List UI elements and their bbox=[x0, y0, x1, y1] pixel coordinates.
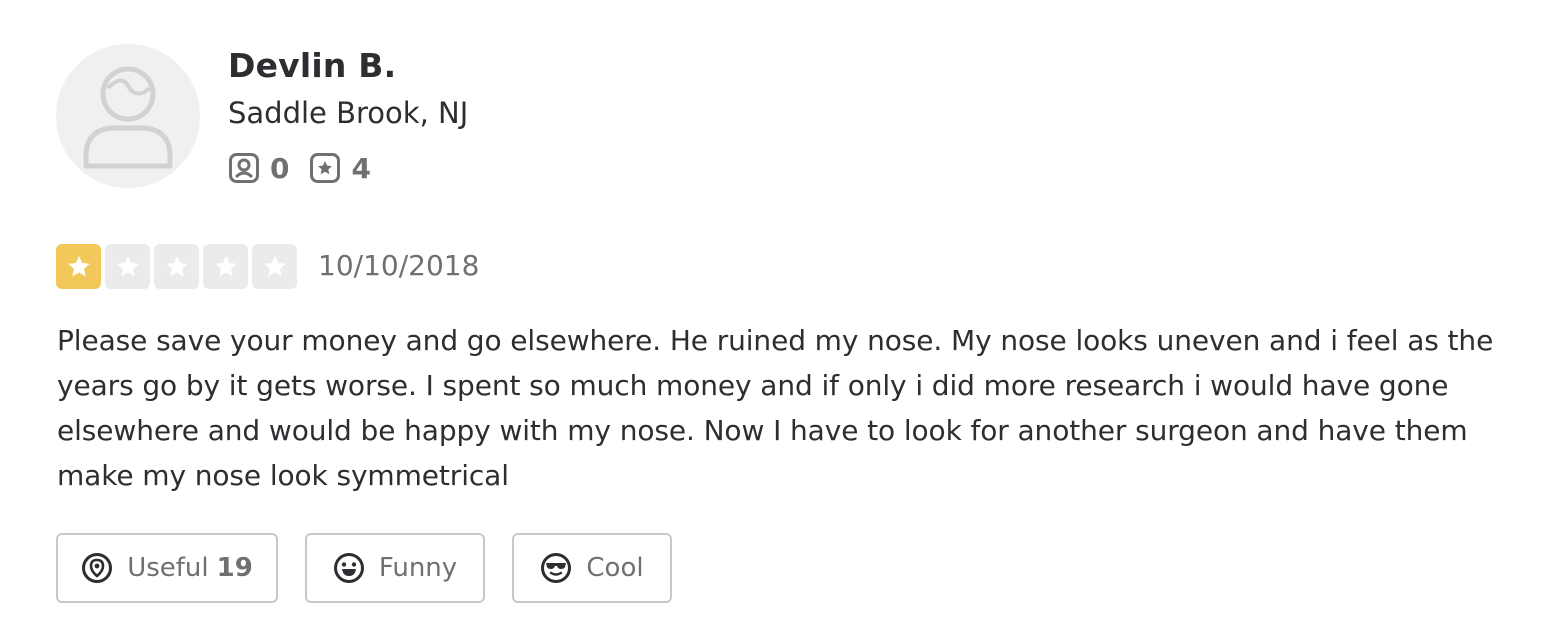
star-empty-icon bbox=[105, 244, 150, 289]
review-star-icon bbox=[310, 153, 341, 183]
star-empty-icon bbox=[154, 244, 199, 289]
avatar[interactable] bbox=[56, 44, 200, 188]
star-empty-icon bbox=[252, 244, 297, 289]
reviewer-location: Saddle Brook, NJ bbox=[228, 96, 469, 130]
star-empty-icon bbox=[203, 244, 248, 289]
funny-icon bbox=[333, 552, 365, 584]
friends-stat: 0 bbox=[228, 152, 289, 185]
friends-count: 0 bbox=[270, 151, 290, 185]
reviews-count: 4 bbox=[351, 151, 371, 185]
reviewer-stats: 0 4 bbox=[228, 150, 391, 186]
cool-button[interactable]: Cool bbox=[512, 533, 672, 603]
review-date: 10/10/2018 bbox=[318, 249, 480, 282]
useful-icon bbox=[81, 552, 113, 584]
funny-label: Funny bbox=[378, 553, 458, 583]
friends-icon bbox=[229, 153, 259, 183]
cool-icon bbox=[540, 552, 572, 584]
useful-count: 19 bbox=[216, 553, 253, 583]
star-rating bbox=[56, 244, 301, 289]
reviewer-name[interactable]: Devlin B. bbox=[228, 46, 396, 85]
cool-label: Cool bbox=[586, 553, 644, 583]
reviews-stat: 4 bbox=[309, 151, 371, 185]
useful-button[interactable]: Useful 19 bbox=[56, 533, 278, 603]
star-filled-icon bbox=[56, 244, 101, 289]
default-avatar-icon bbox=[83, 66, 173, 169]
review-text: Please save your money and go elsewhere.… bbox=[57, 324, 1494, 492]
funny-button[interactable]: Funny bbox=[305, 533, 485, 603]
useful-label: Useful bbox=[127, 553, 209, 583]
